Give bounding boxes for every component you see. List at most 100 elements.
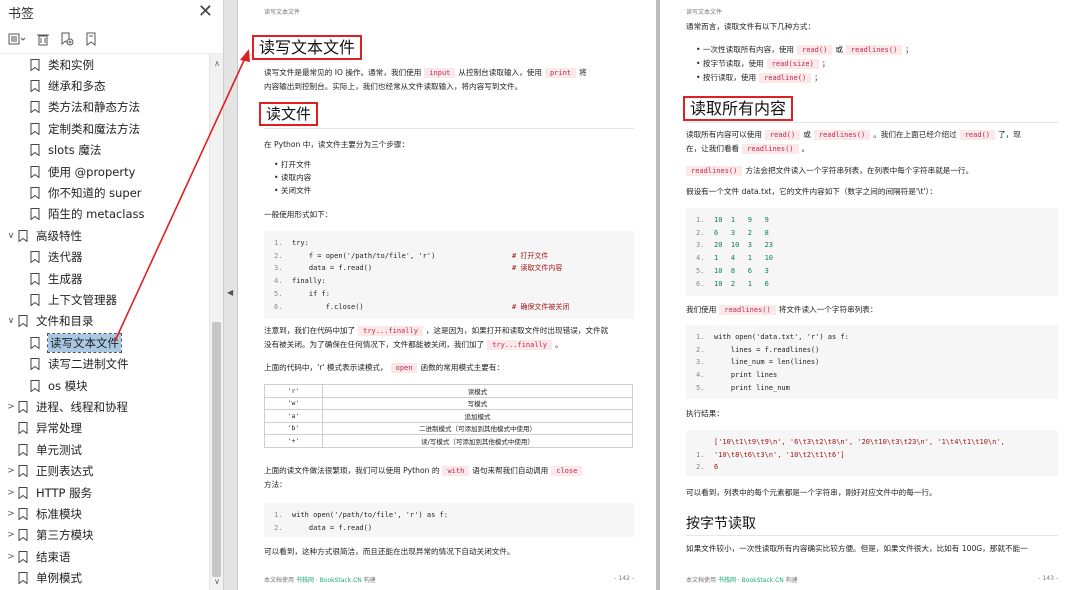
text: 将: [579, 68, 587, 77]
bookmark-item[interactable]: 定制类和魔法方法: [0, 118, 209, 139]
expand-icon[interactable]: >: [4, 552, 18, 562]
panel-splitter[interactable]: ◀: [224, 0, 238, 590]
chapter-title-text: 读写文本文件: [252, 35, 363, 60]
observation-paragraph: 可以看到，列表中的每个元素都是一个字符串，刚好对应文件中的每一行。: [686, 488, 937, 497]
bookmark-item[interactable]: > 第三方模块: [0, 525, 209, 546]
code-block-data-txt: 1. 10 1 9 9 2. 6 3 2 8 3. 20 10 3 23 4. 1 4 1 1…: [686, 208, 1058, 296]
mode-cell: 'r': [264, 384, 323, 398]
bookmark-item[interactable]: slots 魔法: [0, 140, 209, 161]
bookmark-item[interactable]: 使用 @property: [0, 161, 209, 182]
bookmark-icon: [30, 251, 40, 264]
bookmark-item[interactable]: > 正则表达式: [0, 460, 209, 481]
bookmark-label: 读写二进制文件: [48, 357, 129, 372]
code-text: 6: [714, 463, 719, 472]
bookmark-item[interactable]: 你不知道的 super: [0, 182, 209, 203]
bookmark-item[interactable]: > 结束语: [0, 546, 209, 567]
code-text: with open('/path/to/file', 'r') as f:: [292, 511, 448, 519]
add-bookmark-icon[interactable]: [60, 32, 74, 46]
footer-brand-link[interactable]: 书栈网 · BookStack.CN: [296, 577, 362, 584]
bookmark-item[interactable]: 读写文本文件: [0, 332, 209, 353]
code-text: 10 1 9 9: [714, 216, 769, 224]
scroll-down-icon[interactable]: ∨: [210, 574, 224, 588]
footer-credit: 本文档使用 书栈网 · BookStack.CN 构建: [686, 575, 798, 584]
bookmark-item[interactable]: 单元测试: [0, 439, 209, 460]
text: 方法：: [264, 480, 287, 489]
collapse-panel-icon[interactable]: ◀: [227, 288, 233, 297]
result-label: 执行结果：: [686, 409, 724, 418]
expand-icon[interactable]: >: [4, 509, 18, 519]
code-text: '10\t8\t6\t3\n', '10\t2\t1\t6']: [714, 450, 845, 459]
bookmark-label: 类和实例: [48, 57, 94, 72]
panel-header: 书签 ✕: [0, 0, 223, 24]
mode-cell: '+': [264, 434, 323, 448]
text: 了，现: [998, 130, 1021, 139]
text: 构建: [785, 577, 798, 584]
bookmark-properties-icon[interactable]: [84, 32, 98, 46]
bookmark-tree: 类和实例继承和多态 类方法和静态方法 定制类和魔法方法 slots 魔法 使用 @pro…: [0, 54, 209, 590]
bookmark-item[interactable]: os 模块: [0, 375, 209, 396]
bookmark-item[interactable]: > 标准模块: [0, 503, 209, 524]
bookmark-item[interactable]: 读写二进制文件: [0, 353, 209, 374]
bookmark-item[interactable]: 异常处理: [0, 418, 209, 439]
line-number: 1.: [696, 216, 705, 224]
bookmark-icon: [18, 550, 28, 564]
heading-rule: [264, 128, 634, 129]
text: 内容输出到控制台。实际上，我们也经常从文件读取输入，将内容写到文件。: [264, 82, 523, 91]
bookmark-item[interactable]: 类方法和静态方法: [0, 97, 209, 118]
vertical-scrollbar[interactable]: ∧ ∨: [209, 54, 223, 590]
close-icon[interactable]: ✕: [198, 3, 213, 21]
bookmark-item[interactable]: ∨ 文件和目录: [0, 311, 209, 332]
code-line: 1. try:: [274, 237, 624, 250]
text: 一次性读取所有内容，使用: [702, 45, 795, 54]
bookmark-item[interactable]: 陌生的 metaclass: [0, 204, 209, 225]
bookmark-toolbar: [0, 24, 223, 54]
footer-brand-link[interactable]: 书栈网 · BookStack.CN: [718, 577, 784, 584]
scroll-up-icon[interactable]: ∧: [210, 56, 224, 70]
mode-cell: 'w': [264, 396, 323, 410]
inline-code: read(): [797, 45, 833, 55]
bookmark-item[interactable]: ∨ 高级特性: [0, 225, 209, 246]
text: 我们使用: [686, 305, 717, 314]
bookmark-item[interactable]: 生成器: [0, 268, 209, 289]
list-item: 打开文件: [274, 158, 311, 171]
collapse-icon[interactable]: ∨: [4, 231, 18, 241]
ways-intro: 通常而言，读取文件有以下几种方式：: [686, 22, 816, 31]
running-header: 读写文本文件: [686, 9, 723, 16]
bookmark-item[interactable]: 类和实例: [0, 54, 209, 75]
description-cell: 读/写模式（可添加到其他模式中使用）: [322, 434, 633, 448]
bookmark-item[interactable]: 上下文管理器: [0, 289, 209, 310]
bookmark-item[interactable]: > HTTP 服务: [0, 482, 209, 503]
bookmark-item[interactable]: 继承和多态: [0, 75, 209, 96]
bookmark-label: os 模块: [48, 378, 88, 393]
expand-icon[interactable]: >: [4, 530, 18, 540]
bookmark-label: 标准模块: [36, 506, 82, 521]
expand-icon[interactable]: >: [4, 402, 18, 412]
text: ，这是因为，如果打开和读取文件时出现错误，文件就: [425, 326, 609, 335]
inline-code: readlines(): [742, 144, 799, 154]
bookmark-icon: [30, 293, 40, 307]
bookmark-item[interactable]: 单例模式: [0, 567, 209, 588]
bookmark-item[interactable]: > 进程、线程和协程: [0, 396, 209, 417]
text: ；: [905, 45, 913, 54]
readlines-usage-paragraph: 我们使用 readlines() 将文件读入一个字符串列表：: [686, 303, 1058, 317]
code-text: f.close(): [292, 302, 364, 311]
bookmark-icon: [18, 465, 28, 478]
code-text: if f:: [292, 289, 330, 298]
collapse-icon[interactable]: ∨: [4, 316, 18, 326]
inline-code: open: [390, 363, 418, 373]
heading-rule: [686, 122, 1058, 123]
code-text: 6 3 2 8: [714, 228, 769, 237]
text: 方法会把文件读入一个字符串列表，在列表中每个字符串就是一行。: [745, 166, 974, 175]
footer-credit: 本文档使用 书栈网 · BookStack.CN 构建: [264, 575, 376, 584]
expand-icon[interactable]: >: [4, 466, 18, 476]
delete-icon[interactable]: [36, 32, 50, 46]
expand-icon[interactable]: >: [4, 488, 18, 498]
line-number: 5.: [274, 289, 283, 298]
section-heading-text: 读取所有内容: [683, 96, 794, 121]
running-header: 读写文本文件: [264, 9, 301, 16]
options-menu-icon[interactable]: [8, 33, 26, 45]
scrollbar-thumb[interactable]: [212, 322, 221, 577]
description-cell: 读模式: [322, 384, 633, 398]
bookmark-item[interactable]: 迭代器: [0, 247, 209, 268]
code-text: print line_num: [714, 383, 790, 392]
